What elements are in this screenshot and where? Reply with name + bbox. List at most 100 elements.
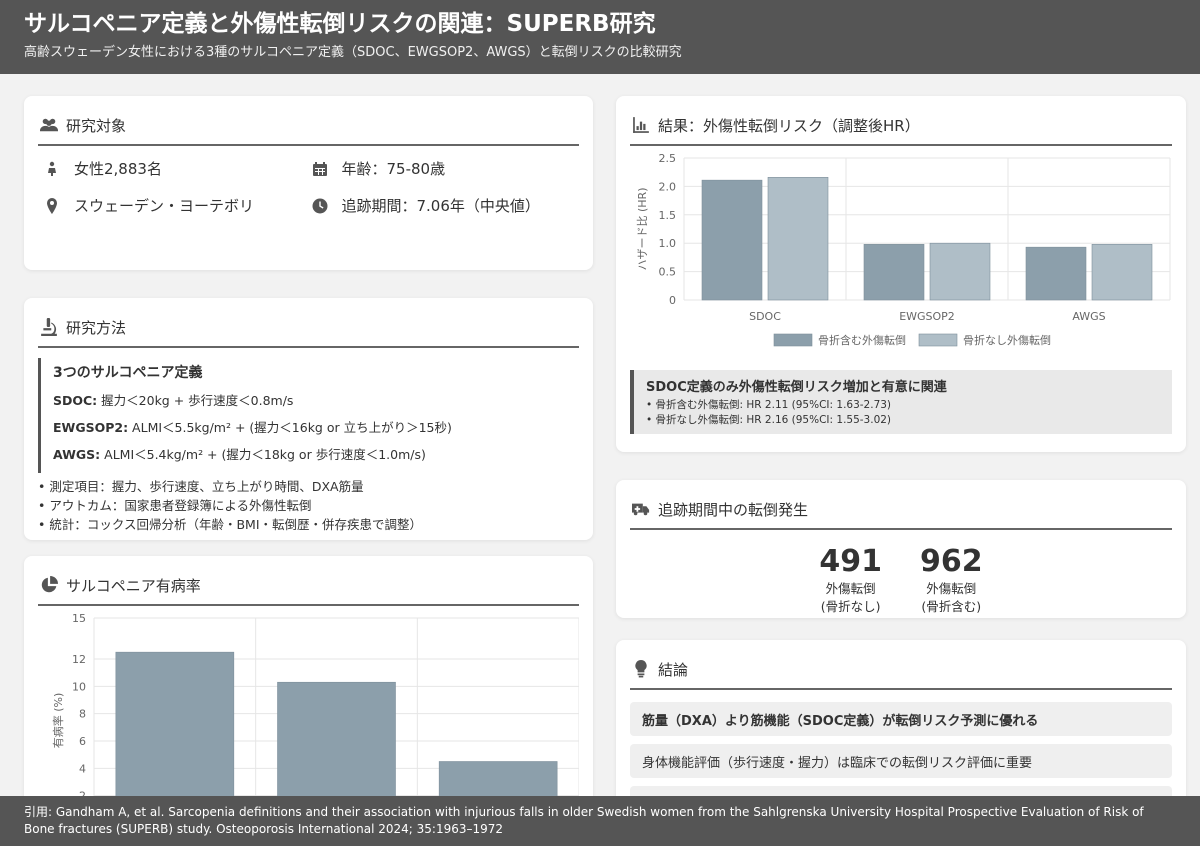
definition-ewgsop2: EWGSOP2: ALMI＜5.5kg/m² + (握力＜16kg or 立ち上… <box>53 417 579 436</box>
ambulance-icon <box>632 503 650 516</box>
conclusion-card: 結論 筋量（DXA）より筋機能（SDOC定義）が転倒リスク予測に優れる 身体機能… <box>616 640 1186 820</box>
y-axis-label: ハザード比 (HR) <box>636 188 649 271</box>
falls-stat-sublabel: (骨折なし) <box>820 599 881 614</box>
x-tick-label: SDOC <box>749 310 781 323</box>
methods-card-header: 研究方法 <box>38 308 579 348</box>
legend-swatch <box>918 333 958 347</box>
clock-icon <box>312 198 327 213</box>
lightbulb-icon <box>635 660 647 678</box>
definitions-title: 3つのサルコペニア定義 <box>53 365 203 381</box>
prevalence-card-title: サルコペニア有病率 <box>66 576 201 595</box>
y-tick-label: 0 <box>669 294 676 307</box>
methods-card-title: 研究方法 <box>66 318 127 337</box>
y-tick-label: 15 <box>72 612 86 625</box>
falls-stat-label: 外傷転倒 <box>926 581 977 596</box>
subjects-card-header: 研究対象 <box>38 106 579 146</box>
definitions-box: 3つのサルコペニア定義 SDOC: 握力＜20kg + 歩行速度＜0.8m/s … <box>38 358 579 473</box>
y-tick-label: 10 <box>72 680 86 693</box>
falls-stat-sublabel: (骨折含む) <box>921 599 982 614</box>
pie-chart-icon <box>41 576 58 593</box>
prevalence-chart: 02468101215有病率 (%) <box>51 612 579 816</box>
hazard-ratio-chart: 0 0.5 1.0 1.5 2.0 2.5 SDOC EWGSOP2 AWGS ハザード比 (HR… <box>636 152 1171 347</box>
definition-name: AWGS: <box>53 447 101 462</box>
y-tick-label: 1.5 <box>659 209 677 222</box>
map-marker-icon <box>47 197 57 214</box>
falls-stat-number: 491 <box>819 544 882 579</box>
location-text: スウェーデン・ヨーテボリ <box>74 197 255 215</box>
subjects-card-title: 研究対象 <box>66 116 127 135</box>
definition-criteria: ALMI＜5.5kg/m² + (握力＜16kg or 立ち上がり＞15秒) <box>128 420 452 435</box>
definition-name: SDOC: <box>53 393 98 408</box>
legend-label: 骨折なし外傷転倒 <box>963 333 1051 347</box>
definition-criteria: ALMI＜5.4kg/m² + (握力＜18kg or 歩行速度＜1.0m/s) <box>100 447 426 462</box>
falls-stat-label: 外傷転倒 <box>825 581 876 596</box>
falls-card-title: 追跡期間中の転倒発生 <box>658 500 809 519</box>
y-tick-label: 6 <box>79 735 86 748</box>
microscope-icon <box>41 318 57 336</box>
results-summary-title: SDOC定義のみ外傷性転倒リスク増加と有意に関連 <box>646 380 947 395</box>
page-subtitle: 高齢スウェーデン女性における3種のサルコペニア定義（SDOC、EWGSOP2、A… <box>24 45 682 60</box>
results-summary-line: • 骨折含む外傷転倒: HR 2.11 (95%CI: 1.63-2.73) <box>646 399 892 411</box>
bar-chart-icon <box>633 117 649 133</box>
bar <box>1091 244 1153 301</box>
methods-bullet: • 測定項目：握力、歩行速度、立ち上がり時間、DXA筋量 <box>38 479 364 494</box>
users-icon <box>40 118 58 132</box>
female-icon <box>48 161 56 176</box>
conclusion-card-header: 結論 <box>630 650 1172 690</box>
methods-bullet: • 統計：コックス回帰分析（年齢・BMI・転倒歴・併存疾患で調整） <box>38 517 423 532</box>
results-card-title: 結果：外傷性転倒リスク（調整後HR） <box>658 116 920 135</box>
definition-sdoc: SDOC: 握力＜20kg + 歩行速度＜0.8m/s <box>53 390 579 409</box>
y-tick-label: 8 <box>79 708 86 721</box>
bar <box>115 651 235 816</box>
falls-card: 追跡期間中の転倒発生 491 外傷転倒 (骨折なし) 962 外傷転倒 (骨折含… <box>616 480 1186 618</box>
legend-label: 骨折含む外傷転倒 <box>818 333 906 347</box>
women-count-text: 女性2,883名 <box>74 160 162 178</box>
page-header: サルコペニア定義と外傷性転倒リスクの関連：SUPERB研究 高齢スウェーデン女性… <box>0 0 1200 74</box>
x-tick-label: EWGSOP2 <box>899 310 955 323</box>
results-card-header: 結果：外傷性転倒リスク（調整後HR） <box>630 106 1172 146</box>
conclusion-item: 身体機能評価（歩行速度・握力）は臨床での転倒リスク評価に重要 <box>630 744 1172 778</box>
falls-stat-number: 962 <box>920 544 983 579</box>
bar <box>701 179 763 301</box>
page-title: サルコペニア定義と外傷性転倒リスクの関連：SUPERB研究 <box>24 11 656 37</box>
bar <box>863 244 925 301</box>
followup-period-text: 追跡期間：7.06年（中央値） <box>341 197 540 215</box>
y-tick-label: 2.5 <box>659 152 677 165</box>
y-tick-label: 2.0 <box>659 180 677 193</box>
age-range-text: 年齢：75-80歳 <box>341 160 446 178</box>
y-tick-label: 4 <box>79 762 86 775</box>
conclusion-item: 筋量（DXA）より筋機能（SDOC定義）が転倒リスク予測に優れる <box>630 702 1172 736</box>
bar <box>767 177 829 301</box>
conclusion-card-title: 結論 <box>658 660 689 679</box>
results-card: 結果：外傷性転倒リスク（調整後HR） 0 0.5 1.0 1.5 2.0 2.5 SDOC E… <box>616 96 1186 452</box>
definition-name: EWGSOP2: <box>53 420 129 435</box>
y-tick-label: 12 <box>72 653 86 666</box>
legend-swatch <box>773 333 813 347</box>
subjects-info: 女性2,883名 年齢：75-80歳 スウェーデン・ヨーテボリ 追跡期間：7.0… <box>38 158 579 216</box>
methods-card: 研究方法 3つのサルコペニア定義 SDOC: 握力＜20kg + 歩行速度＜0.… <box>24 298 593 540</box>
women-count: 女性2,883名 <box>44 158 312 179</box>
methods-bullets: • 測定項目：握力、歩行速度、立ち上がり時間、DXA筋量 • アウトカム：国家患… <box>38 477 579 534</box>
age-range: 年齢：75-80歳 <box>312 158 580 179</box>
falls-stat-with-fracture: 962 外傷転倒 (骨折含む) <box>920 544 983 616</box>
definition-awgs: AWGS: ALMI＜5.4kg/m² + (握力＜18kg or 歩行速度＜1… <box>53 444 579 463</box>
definition-criteria: 握力＜20kg + 歩行速度＜0.8m/s <box>97 393 294 408</box>
prevalence-card: サルコペニア有病率 02468101215有病率 (%) <box>24 556 593 816</box>
y-tick-label: 1.0 <box>659 237 677 250</box>
subjects-card: 研究対象 女性2,883名 年齢：75-80歳 スウェーデン・ヨーテボリ 追跡期… <box>24 96 593 270</box>
results-summary-line: • 骨折なし外傷転倒: HR 2.16 (95%CI: 1.55-3.02) <box>646 414 892 426</box>
citation-footer: 引用: Gandham A, et al. Sarcopenia definit… <box>0 796 1200 846</box>
location: スウェーデン・ヨーテボリ <box>44 195 312 216</box>
methods-bullet: • アウトカム：国家患者登録簿による外傷性転倒 <box>38 498 312 513</box>
results-summary-box: SDOC定義のみ外傷性転倒リスク増加と有意に関連 • 骨折含む外傷転倒: HR … <box>630 370 1172 434</box>
y-tick-label: 0.5 <box>659 266 677 279</box>
citation-text: 引用: Gandham A, et al. Sarcopenia definit… <box>24 805 1144 836</box>
falls-card-header: 追跡期間中の転倒発生 <box>630 490 1172 530</box>
falls-stat-no-fracture: 491 外傷転倒 (骨折なし) <box>819 544 882 616</box>
y-axis-label: 有病率 (%) <box>51 693 65 749</box>
bar <box>929 242 991 301</box>
bar <box>1025 246 1087 301</box>
falls-stats: 491 外傷転倒 (骨折なし) 962 外傷転倒 (骨折含む) <box>630 544 1172 616</box>
followup-period: 追跡期間：7.06年（中央値） <box>312 195 580 216</box>
prevalence-card-header: サルコペニア有病率 <box>38 566 579 606</box>
